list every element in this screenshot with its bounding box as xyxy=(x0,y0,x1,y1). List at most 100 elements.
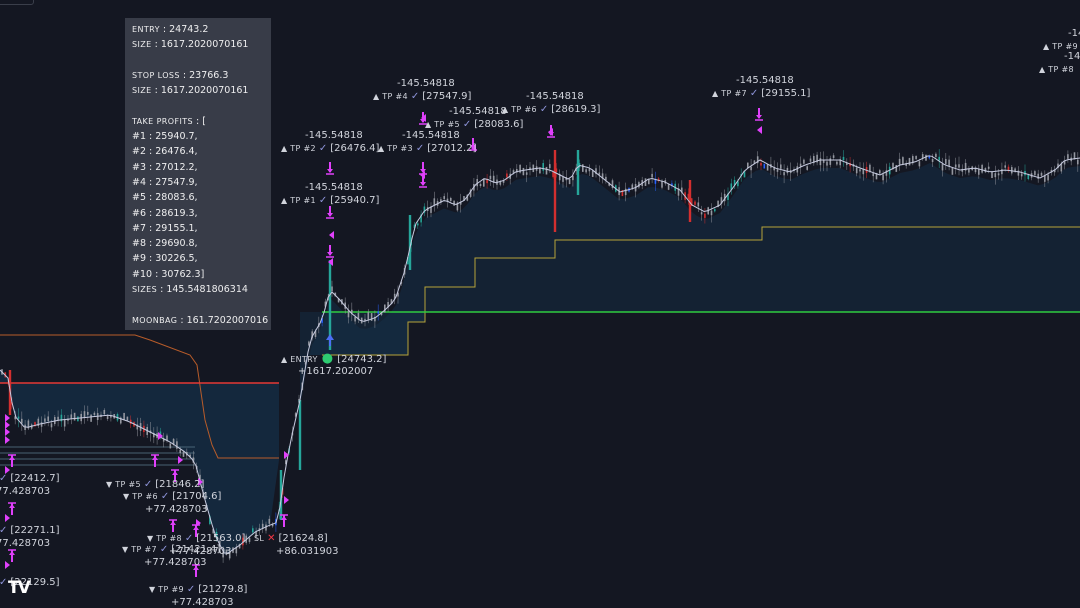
tp-hit-marker-icon xyxy=(5,428,10,436)
trade-label-type: ▼ TP #6 xyxy=(123,492,158,501)
tp-hit-marker-icon xyxy=(5,436,10,444)
trade-label-size: +77.428703 xyxy=(169,546,232,557)
price-candle xyxy=(176,441,178,449)
price-candle xyxy=(384,304,386,313)
trade-label-type: ▲ TP #8 xyxy=(1039,65,1074,74)
stop-loss-x-icon: ✕ xyxy=(267,533,276,544)
price-candle xyxy=(77,416,79,422)
price-candle xyxy=(1004,165,1006,168)
price-candle xyxy=(87,411,89,415)
price-candle xyxy=(443,196,445,200)
take-profit-row: #1 : 25940.7, xyxy=(132,131,198,142)
trade-label-type: ▼ TP #5 xyxy=(106,480,141,489)
take-profit-row: #6 : 28619.3, xyxy=(132,207,198,219)
chart-menu-button[interactable] xyxy=(0,0,34,5)
price-candle xyxy=(479,183,482,186)
trade-label-price: [21624.8] xyxy=(278,533,328,544)
checkmark-icon: ✓ xyxy=(0,473,8,484)
price-candle xyxy=(925,154,927,161)
price-candle xyxy=(417,223,419,226)
price-candle xyxy=(331,286,333,292)
trade-label-tp4: ▲ TP #4 ✓ [27547.9] xyxy=(373,91,471,103)
trade-label-price: [27012.2] xyxy=(427,143,477,154)
trade-label-size: -145.54818 xyxy=(305,182,363,193)
price-candle xyxy=(169,443,172,449)
price-candle xyxy=(809,158,812,162)
exit-arrow-icon xyxy=(420,169,426,173)
trade-label-stp9: ▼ TP #9 ✓ [21279.8] xyxy=(149,584,247,596)
price-candle xyxy=(1034,171,1036,176)
price-candle xyxy=(1020,173,1023,177)
entry-value: 24743.2 xyxy=(169,24,209,35)
price-candle xyxy=(951,167,954,175)
trade-label-price: [26476.4] xyxy=(330,143,380,154)
price-candle xyxy=(182,451,185,457)
price-candle xyxy=(710,210,713,216)
price-candle xyxy=(106,416,109,419)
price-candle xyxy=(826,161,828,166)
price-candle xyxy=(588,169,591,172)
price-candle xyxy=(832,155,835,158)
tp-hit-marker-icon xyxy=(196,519,201,527)
tp-hit-marker-icon xyxy=(5,514,10,522)
cover-arrow-icon xyxy=(9,456,15,460)
checkmark-icon: ✓ xyxy=(160,491,170,502)
price-candle xyxy=(879,170,881,174)
price-candle xyxy=(1077,159,1079,165)
sizes-row: SIZES : 145.5481806314 xyxy=(132,284,248,295)
trade-label-tp7: ▲ TP #7 ✓ [29155.1] xyxy=(712,88,810,100)
trade-label-type: ▲ TP #6 xyxy=(502,105,537,114)
price-candle xyxy=(1067,154,1069,159)
trade-label-size: -145.54818 xyxy=(402,130,460,141)
size-row: SIZE : 1617.2020070161 xyxy=(132,39,249,50)
price-candle xyxy=(568,178,571,185)
price-candle xyxy=(489,175,492,180)
size-value: 1617.2020070161 xyxy=(160,39,249,50)
price-candle xyxy=(123,412,125,421)
price-candle xyxy=(562,176,564,182)
stop-loss-value: 23766.3 xyxy=(189,70,229,81)
checkmark-icon: ✓ xyxy=(0,577,8,588)
price-candle xyxy=(651,173,653,178)
trade-label-size: +77.428703 xyxy=(171,597,234,608)
sizes-value: 145.5481806314 xyxy=(166,284,248,295)
trade-label-tp1: ▲ TP #1 ✓ [25940.7] xyxy=(281,195,379,207)
cover-arrow-icon xyxy=(9,551,15,555)
price-candle xyxy=(450,197,452,201)
impulse-candle xyxy=(298,400,302,470)
trade-label-size: -145.54818 xyxy=(305,130,363,141)
trade-label-type: SL xyxy=(254,534,265,543)
trade-label-size: -145 xyxy=(1064,51,1080,62)
exit-arrow-icon xyxy=(327,252,333,256)
price-candle xyxy=(17,416,20,419)
price-candle xyxy=(803,159,805,164)
take-profit-row: #5 : 28083.6, xyxy=(132,192,198,204)
price-candle xyxy=(829,158,832,165)
price-candle xyxy=(806,166,808,170)
stop-loss-row: STOP LOSS : 23766.3 xyxy=(132,70,229,81)
price-candle xyxy=(941,163,944,171)
price-candle xyxy=(585,169,587,173)
price-candle xyxy=(694,201,696,205)
price-candle xyxy=(506,173,508,178)
price-candle xyxy=(918,161,921,167)
checkmark-icon: ✓ xyxy=(186,584,196,595)
trade-label-type: ▲ ENTRY xyxy=(281,355,318,364)
trade-label-size: +77.428703 xyxy=(145,504,208,515)
cover-arrow-icon xyxy=(152,456,158,460)
trade-label-stp6: ▼ TP #6 ✓ [21704.6] xyxy=(123,491,221,503)
trade-label-price: [21846.2] xyxy=(155,479,205,490)
price-candle xyxy=(542,163,544,171)
tradingview-logo[interactable]: TV xyxy=(8,578,31,598)
tp-hit-marker-icon xyxy=(757,126,762,134)
price-candle xyxy=(631,184,634,189)
price-candle xyxy=(367,312,370,321)
moonbag-row: MOONBAG : 161.7202007016 xyxy=(132,315,269,326)
price-candle xyxy=(783,172,785,176)
trade-label-tp2: ▲ TP #2 ✓ [26476.4] xyxy=(281,143,379,155)
checkmark-icon: ✓ xyxy=(415,143,425,154)
trade-label-price: [21704.6] xyxy=(172,491,222,502)
trade-label-price: [22271.1] xyxy=(10,525,60,536)
price-candle xyxy=(776,169,779,172)
trade-label-type: ▲ TP #3 xyxy=(378,144,413,153)
